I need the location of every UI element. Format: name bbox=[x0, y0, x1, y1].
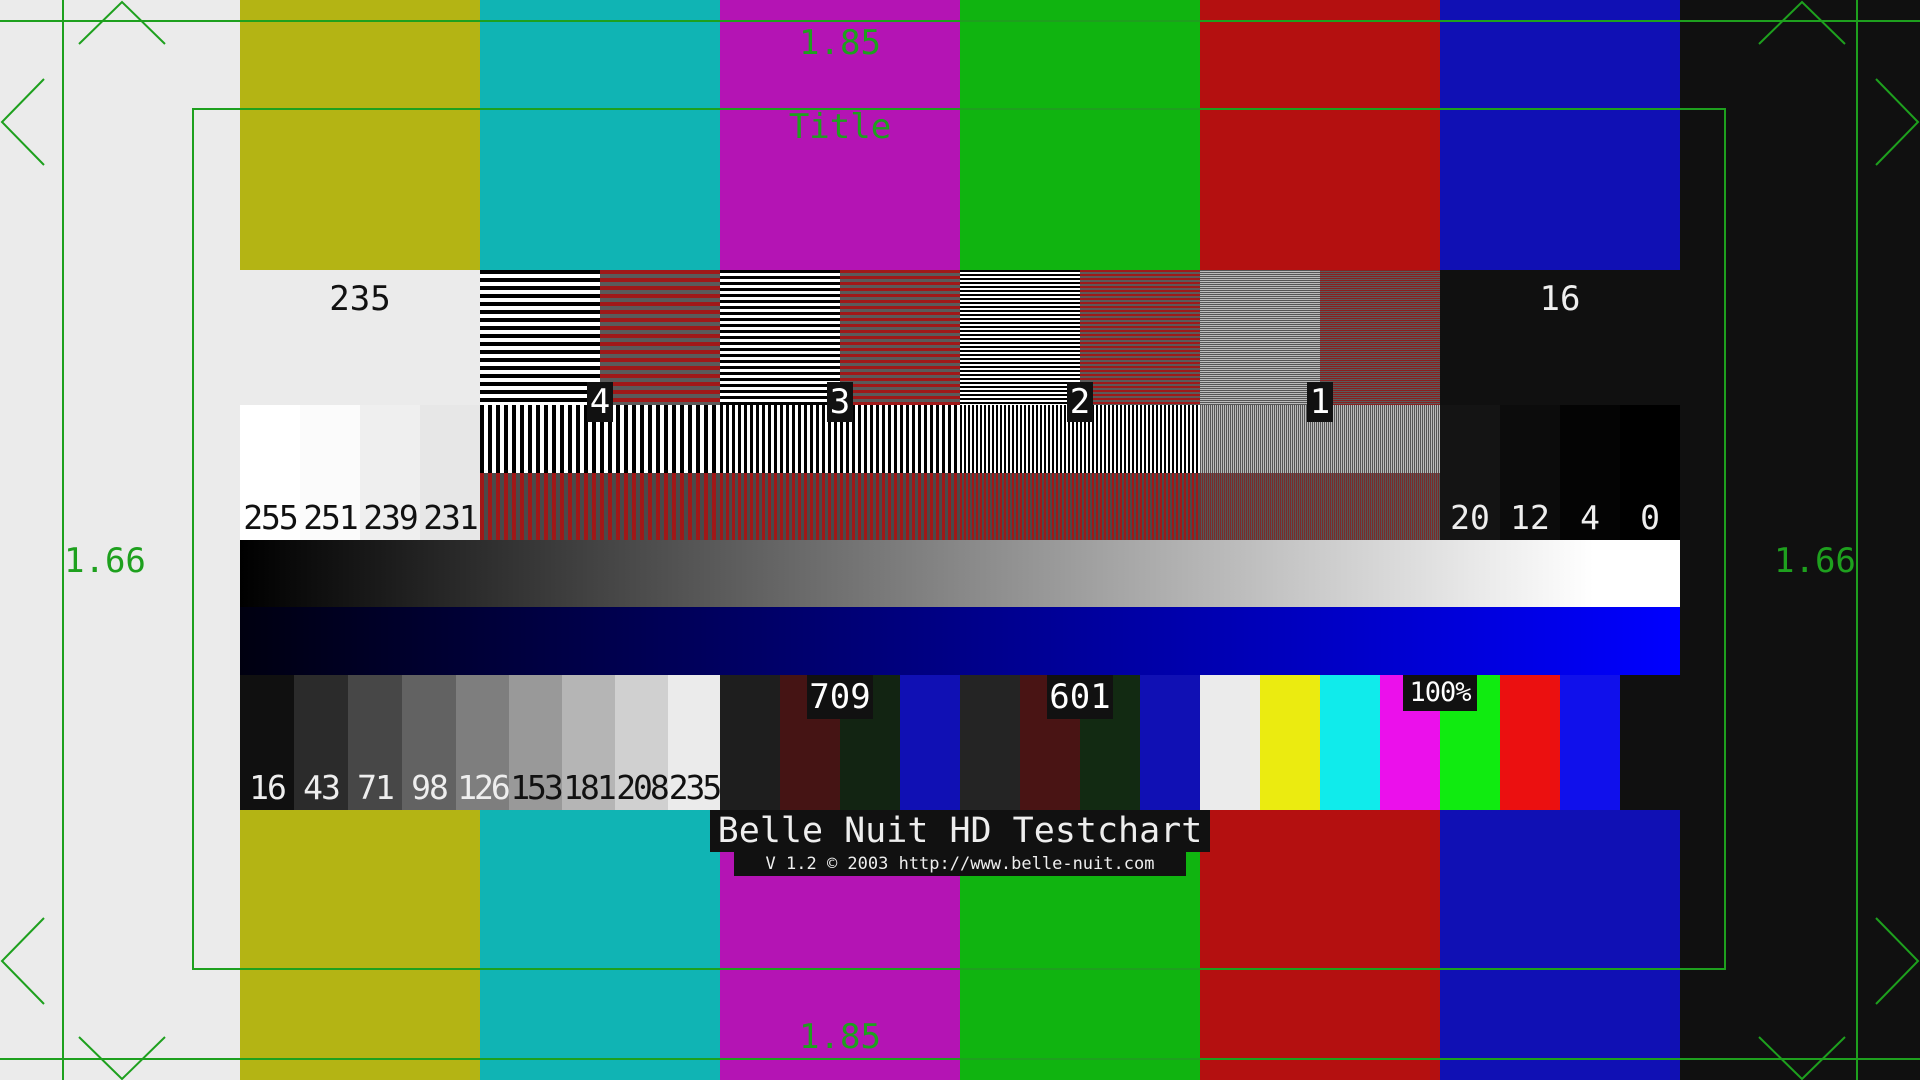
gray-step-label: 16 bbox=[249, 768, 287, 807]
luma-235-block: 235 bbox=[240, 270, 480, 405]
bar-yellow bbox=[240, 810, 480, 1080]
gray-step-label: 153 bbox=[510, 768, 564, 807]
white-step-label: 231 bbox=[423, 498, 479, 537]
bar-blue bbox=[1440, 0, 1680, 270]
luma-16-label: 16 bbox=[1539, 279, 1581, 319]
v-lines-2-color bbox=[960, 473, 1200, 540]
bar100-black bbox=[1620, 675, 1680, 810]
bar100-yellow bbox=[1260, 675, 1320, 810]
bar-red bbox=[1200, 0, 1440, 270]
full-color-bars: 100% bbox=[1200, 675, 1680, 810]
white-step-label: 239 bbox=[363, 498, 419, 537]
h-lines-4-bw bbox=[480, 270, 600, 405]
bar-magenta bbox=[720, 0, 960, 270]
gray-step-label: 43 bbox=[303, 768, 341, 807]
color-bars-top bbox=[0, 0, 1920, 270]
white-step-label: 255 bbox=[243, 498, 299, 537]
gray-step: 98 bbox=[402, 675, 456, 810]
bar-yellow bbox=[240, 0, 480, 270]
bar-blue bbox=[1440, 810, 1680, 1080]
burst-label-3: 3 bbox=[827, 382, 853, 422]
bar-black bbox=[1680, 0, 1920, 270]
patch-709-gray bbox=[720, 675, 780, 810]
luma-235-label: 235 bbox=[329, 279, 391, 319]
black-step: 12 bbox=[1500, 405, 1560, 540]
bar100-red bbox=[1500, 675, 1560, 810]
bar100-blue bbox=[1560, 675, 1620, 810]
chart-version: V 1.2 © 2003 http://www.belle-nuit.com bbox=[765, 854, 1155, 874]
h-lines-1-bw bbox=[1200, 270, 1320, 405]
grayscale-steps: 16 43 71 98 126 153 181 208 235 bbox=[240, 675, 723, 810]
blue-ramp bbox=[240, 607, 1680, 675]
gray-step: 16 bbox=[240, 675, 294, 810]
gray-step: 181 bbox=[562, 675, 617, 810]
black-step-label: 12 bbox=[1510, 498, 1550, 537]
patch-709-blue bbox=[900, 675, 960, 810]
h-lines-1-color bbox=[1320, 270, 1440, 405]
gray-step-label: 126 bbox=[457, 768, 511, 807]
burst-label-1: 1 bbox=[1307, 382, 1333, 422]
gray-step-label: 208 bbox=[616, 768, 670, 807]
left-gray-column bbox=[0, 270, 240, 1080]
gray-step: 126 bbox=[456, 675, 511, 810]
gray-step: 235 bbox=[668, 675, 723, 810]
black-step-label: 20 bbox=[1450, 498, 1490, 537]
gray-step-label: 98 bbox=[411, 768, 449, 807]
bar-cyan bbox=[480, 0, 720, 270]
label-601: 601 bbox=[1047, 675, 1113, 719]
bar-gray bbox=[0, 0, 240, 270]
black-steps: 20 12 4 0 bbox=[1440, 405, 1680, 540]
label-709: 709 bbox=[807, 675, 873, 719]
bar100-cyan bbox=[1320, 675, 1380, 810]
black-step: 0 bbox=[1620, 405, 1680, 540]
gray-step: 71 bbox=[348, 675, 402, 810]
black-step-label: 0 bbox=[1640, 498, 1660, 537]
gray-step: 43 bbox=[294, 675, 348, 810]
colorimetry-patches: 709 601 bbox=[720, 675, 1200, 810]
gray-step: 153 bbox=[509, 675, 564, 810]
black-step-label: 4 bbox=[1580, 498, 1600, 537]
right-black-column bbox=[1680, 270, 1920, 1080]
white-step: 251 bbox=[300, 405, 360, 540]
h-lines-3-color bbox=[840, 270, 960, 405]
gray-step: 208 bbox=[615, 675, 670, 810]
bar-cyan bbox=[480, 810, 720, 1080]
white-step: 255 bbox=[240, 405, 300, 540]
v-lines-4-color bbox=[480, 473, 720, 540]
h-lines-4-color bbox=[600, 270, 720, 405]
bar-red bbox=[1200, 810, 1440, 1080]
burst-label-4: 4 bbox=[587, 382, 613, 422]
luma-16-block: 16 bbox=[1440, 270, 1680, 405]
burst-label-2: 2 bbox=[1067, 382, 1093, 422]
black-step: 20 bbox=[1440, 405, 1500, 540]
h-lines-2-bw bbox=[960, 270, 1080, 405]
h-lines-2-color bbox=[1080, 270, 1200, 405]
white-step-label: 251 bbox=[303, 498, 359, 537]
gray-step-label: 71 bbox=[357, 768, 395, 807]
black-step: 4 bbox=[1560, 405, 1620, 540]
h-lines-3-bw bbox=[720, 270, 840, 405]
white-step: 231 bbox=[420, 405, 480, 540]
v-lines-1-color bbox=[1200, 473, 1440, 540]
gray-step-label: 235 bbox=[668, 768, 723, 807]
patch-601-gray bbox=[960, 675, 1020, 810]
gray-step-label: 181 bbox=[563, 768, 617, 807]
frequency-burst: 4 3 2 1 bbox=[480, 270, 1440, 540]
chart-title: Belle Nuit HD Testchart bbox=[717, 811, 1203, 851]
bar100-white bbox=[1200, 675, 1260, 810]
chart-title-box: Belle Nuit HD Testchart bbox=[710, 810, 1210, 852]
white-step: 239 bbox=[360, 405, 420, 540]
label-100-percent: 100% bbox=[1403, 675, 1477, 711]
luma-ramp bbox=[240, 540, 1680, 607]
bar-green bbox=[960, 0, 1200, 270]
patch-601-blue bbox=[1140, 675, 1200, 810]
white-steps: 255 251 239 231 bbox=[240, 405, 480, 540]
chart-version-box: V 1.2 © 2003 http://www.belle-nuit.com bbox=[734, 852, 1186, 876]
v-lines-3-color bbox=[720, 473, 960, 540]
